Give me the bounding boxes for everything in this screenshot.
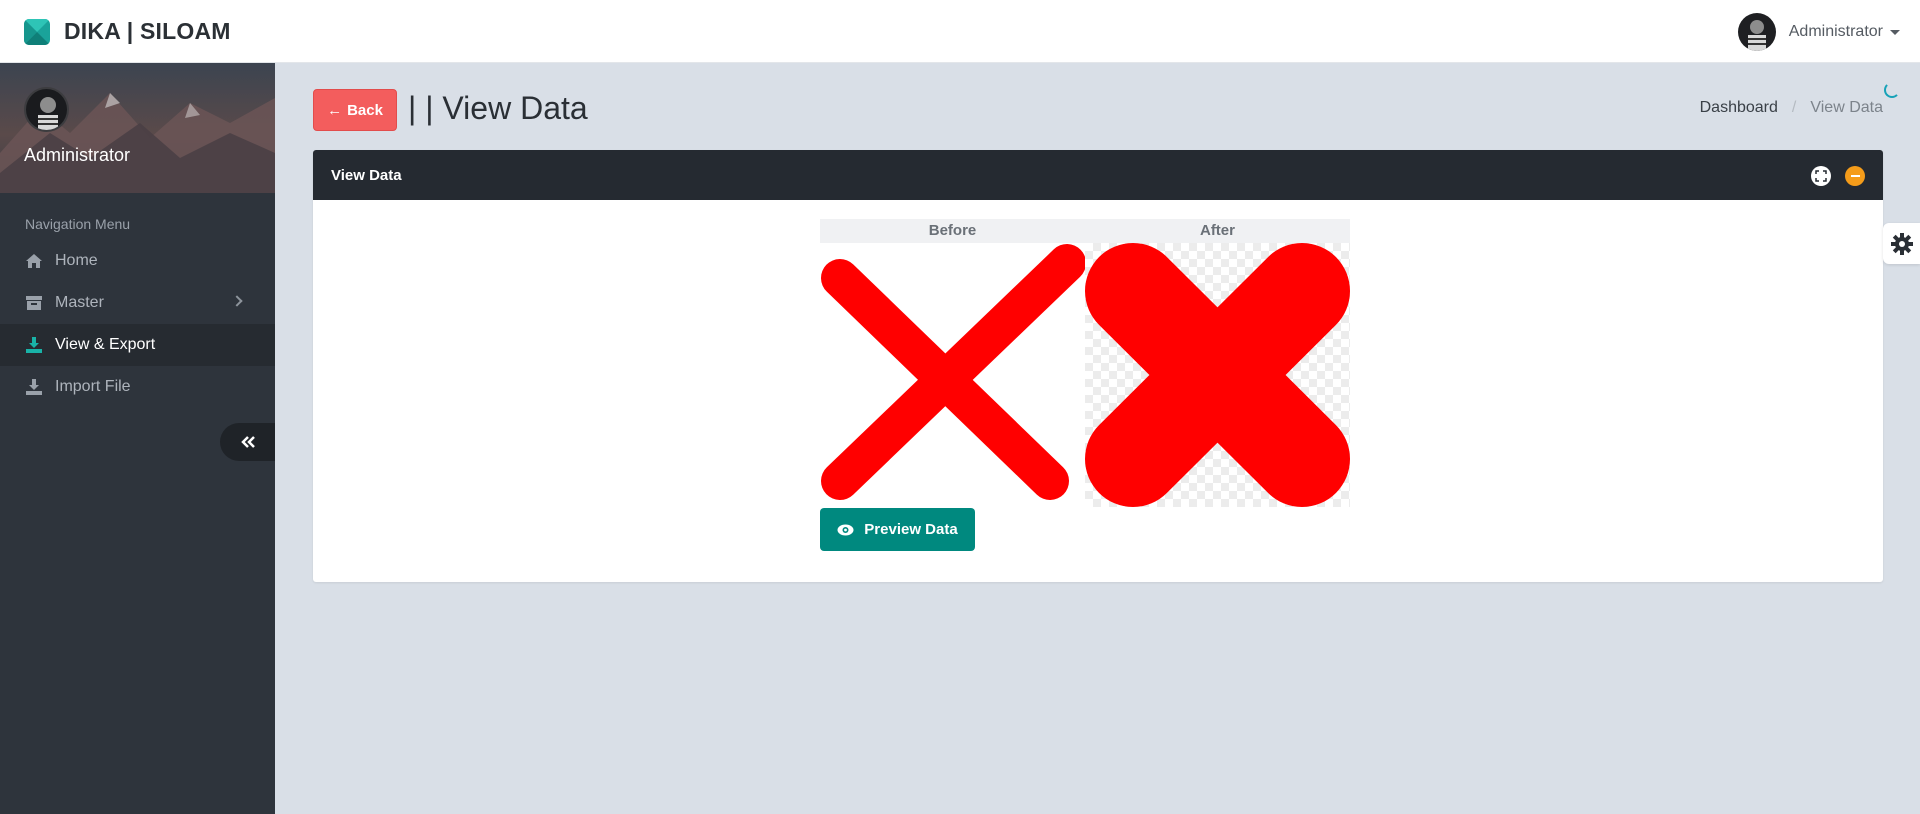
- nav-section-title: Navigation Menu: [25, 216, 131, 232]
- arrow-left-icon: ←: [327, 101, 343, 119]
- comparison-header: Before After: [820, 219, 1350, 243]
- user-menu[interactable]: Administrator: [1737, 13, 1900, 51]
- nav-list: Home Master View & Export Import File: [0, 240, 275, 408]
- after-label: After: [1199, 222, 1235, 239]
- user-name: Administrator: [1788, 23, 1883, 40]
- before-image: [820, 243, 1086, 507]
- panel-title: View Data: [331, 166, 402, 184]
- download-icon: [25, 378, 43, 396]
- gear-icon: [1890, 232, 1913, 255]
- top-header: DIKA | SILOAM Administrator: [0, 0, 1920, 63]
- sidebar: Administrator Navigation Menu Home Maste…: [0, 63, 275, 814]
- theme-settings-button[interactable]: [1883, 223, 1920, 264]
- sidebar-user-name: Administrator: [24, 145, 131, 165]
- x-mark-bold-icon: [1085, 243, 1350, 507]
- avatar: [1737, 13, 1776, 51]
- sidebar-item-label: Master: [55, 294, 104, 311]
- brand-name: DIKA | SILOAM: [64, 18, 231, 44]
- sidebar-item-master[interactable]: Master: [0, 282, 275, 324]
- breadcrumb-current: View Data: [1810, 99, 1883, 116]
- breadcrumb-dashboard[interactable]: Dashboard: [1700, 99, 1778, 117]
- sidebar-avatar: [24, 87, 69, 132]
- sidebar-item-label: Import File: [55, 378, 131, 395]
- preview-data-label: Preview Data: [864, 521, 958, 538]
- sidebar-item-home[interactable]: Home: [0, 240, 275, 282]
- double-chevron-left-icon: [240, 436, 255, 448]
- breadcrumb-separator: /: [1791, 99, 1797, 116]
- expand-panel-button[interactable]: [1811, 166, 1831, 186]
- preview-data-button[interactable]: Preview Data: [820, 508, 975, 551]
- sidebar-profile: Administrator: [0, 63, 275, 193]
- archive-icon: [25, 294, 43, 312]
- brand-logo-icon: [24, 18, 50, 45]
- breadcrumb: Dashboard / View Data: [1700, 99, 1883, 117]
- back-button[interactable]: ← Back: [313, 89, 397, 131]
- brand[interactable]: DIKA | SILOAM: [24, 18, 231, 45]
- chevron-right-icon: [231, 295, 243, 307]
- after-image: [1085, 243, 1350, 507]
- before-label: Before: [928, 222, 977, 239]
- before-after-comparison: Before After: [820, 219, 1350, 507]
- sidebar-item-import-file[interactable]: Import File: [0, 366, 275, 408]
- sidebar-item-label: View & Export: [55, 336, 156, 353]
- comparison-images: [820, 243, 1350, 507]
- collapse-panel-button[interactable]: [1845, 166, 1865, 186]
- sidebar-item-view-export[interactable]: View & Export: [0, 324, 275, 366]
- x-mark-icon: [821, 244, 1086, 500]
- expand-icon: [1815, 170, 1827, 182]
- sidebar-item-label: Home: [55, 252, 98, 269]
- view-data-panel: View Data Before After Preview Data: [313, 150, 1883, 582]
- panel-header: View Data: [313, 150, 1883, 200]
- eye-icon: [837, 524, 854, 536]
- sidebar-collapse-button[interactable]: [220, 423, 275, 461]
- download-icon: [25, 336, 43, 354]
- page-title: | | View Data: [408, 90, 588, 126]
- caret-down-icon: [1890, 29, 1900, 35]
- home-icon: [25, 252, 43, 270]
- back-label: Back: [347, 101, 383, 119]
- loading-spinner-icon: [1884, 82, 1900, 98]
